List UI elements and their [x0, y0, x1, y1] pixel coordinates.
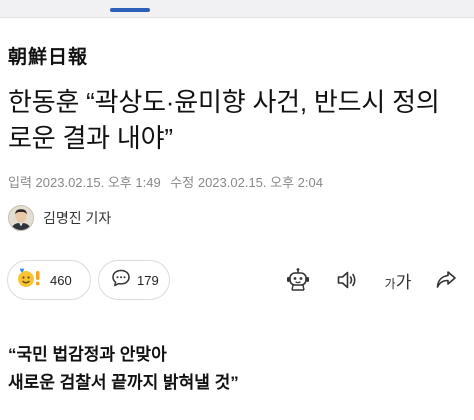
reporter-name[interactable]: 김명진 기자	[43, 208, 111, 228]
reaction-count: 460	[50, 272, 72, 288]
comment-button[interactable]: 179	[98, 260, 170, 300]
article-timestamps: 입력 2023.02.15. 오후 1:49 수정 2023.02.15. 오후…	[8, 172, 323, 191]
published-time: 2023.02.15. 오후 1:49	[35, 175, 161, 190]
comment-count: 179	[137, 272, 159, 288]
published-label: 입력	[8, 175, 32, 190]
reporter-byline[interactable]: 김명진 기자	[8, 205, 111, 231]
article-subheading: “국민 법감정과 안맞아 새로운 검찰서 끝까지 밝혀낼 것”	[8, 341, 463, 397]
subhead-line-2: 새로운 검찰서 끝까지 밝혀낼 것”	[8, 373, 239, 392]
share-icon[interactable]	[432, 266, 460, 294]
font-size-small-label: 가	[384, 276, 396, 291]
font-size-button[interactable]: 가가	[382, 266, 414, 294]
font-size-large-label: 가	[395, 272, 412, 292]
modified-label: 수정	[170, 175, 195, 190]
browser-top-bar	[0, 0, 474, 18]
reaction-button[interactable]: 460	[7, 260, 91, 300]
article-headline: 한동훈 “곽상도·윤미향 사건, 반드시 정의로운 결과 내야”	[8, 87, 440, 153]
robot-summary-icon[interactable]	[284, 266, 312, 294]
speaker-icon[interactable]	[333, 266, 361, 294]
reporter-avatar[interactable]	[8, 205, 34, 231]
subhead-line-1: “국민 법감정과 안맞아	[8, 345, 167, 364]
active-tab-indicator	[110, 8, 150, 12]
newspaper-logo[interactable]: 朝鮮日報	[8, 42, 88, 69]
comment-bubble-icon	[111, 268, 131, 292]
modified-time: 2023.02.15. 오후 2:04	[197, 175, 323, 190]
emoji-reaction-icon	[16, 267, 44, 293]
article-action-bar: 460 179 가 가	[0, 258, 474, 302]
